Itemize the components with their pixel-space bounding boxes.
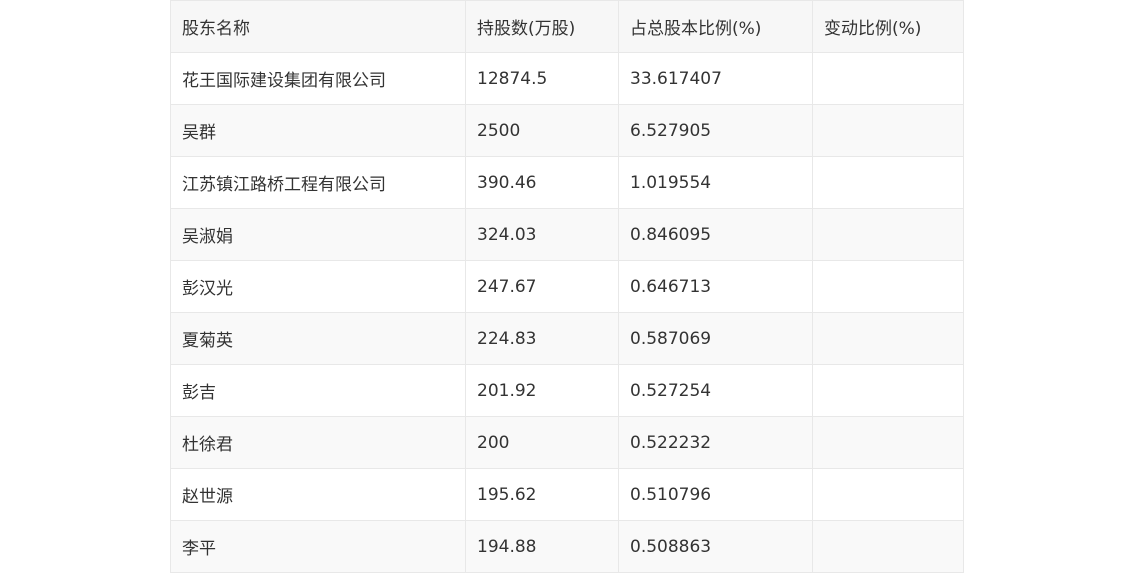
cell-share-ratio: 1.019554 bbox=[618, 156, 813, 209]
cell-change-ratio bbox=[812, 416, 964, 469]
cell-shares-held: 195.62 bbox=[465, 468, 619, 521]
shareholders-table-container: 股东名称 持股数(万股) 占总股本比例(%) 变动比例(%) 花王国际建设集团有… bbox=[170, 0, 964, 573]
cell-change-ratio bbox=[812, 104, 964, 157]
cell-share-ratio: 33.617407 bbox=[618, 52, 813, 105]
shareholders-table: 股东名称 持股数(万股) 占总股本比例(%) 变动比例(%) 花王国际建设集团有… bbox=[170, 0, 964, 573]
cell-share-ratio: 0.522232 bbox=[618, 416, 813, 469]
cell-shares-held: 12874.5 bbox=[465, 52, 619, 105]
cell-shareholder-name: 杜徐君 bbox=[170, 416, 466, 469]
cell-change-ratio bbox=[812, 52, 964, 105]
cell-shareholder-name: 李平 bbox=[170, 520, 466, 573]
cell-change-ratio bbox=[812, 364, 964, 417]
cell-shareholder-name: 彭汉光 bbox=[170, 260, 466, 313]
table-row: 彭吉 201.92 0.527254 bbox=[170, 364, 964, 417]
table-header-row: 股东名称 持股数(万股) 占总股本比例(%) 变动比例(%) bbox=[170, 0, 964, 53]
cell-share-ratio: 0.846095 bbox=[618, 208, 813, 261]
cell-change-ratio bbox=[812, 468, 964, 521]
table-row: 赵世源 195.62 0.510796 bbox=[170, 468, 964, 521]
table-row: 李平 194.88 0.508863 bbox=[170, 520, 964, 573]
cell-change-ratio bbox=[812, 312, 964, 365]
header-shares-held: 持股数(万股) bbox=[465, 0, 619, 53]
cell-change-ratio bbox=[812, 260, 964, 313]
table-row: 花王国际建设集团有限公司 12874.5 33.617407 bbox=[170, 52, 964, 105]
cell-shareholder-name: 彭吉 bbox=[170, 364, 466, 417]
table-row: 吴群 2500 6.527905 bbox=[170, 104, 964, 157]
cell-share-ratio: 0.527254 bbox=[618, 364, 813, 417]
cell-shareholder-name: 赵世源 bbox=[170, 468, 466, 521]
header-shareholder-name: 股东名称 bbox=[170, 0, 466, 53]
cell-shareholder-name: 吴淑娟 bbox=[170, 208, 466, 261]
cell-share-ratio: 6.527905 bbox=[618, 104, 813, 157]
cell-shares-held: 200 bbox=[465, 416, 619, 469]
cell-shares-held: 390.46 bbox=[465, 156, 619, 209]
cell-share-ratio: 0.510796 bbox=[618, 468, 813, 521]
cell-shareholder-name: 江苏镇江路桥工程有限公司 bbox=[170, 156, 466, 209]
cell-change-ratio bbox=[812, 208, 964, 261]
cell-shares-held: 224.83 bbox=[465, 312, 619, 365]
cell-share-ratio: 0.587069 bbox=[618, 312, 813, 365]
table-row: 杜徐君 200 0.522232 bbox=[170, 416, 964, 469]
table-row: 彭汉光 247.67 0.646713 bbox=[170, 260, 964, 313]
table-row: 吴淑娟 324.03 0.846095 bbox=[170, 208, 964, 261]
cell-share-ratio: 0.508863 bbox=[618, 520, 813, 573]
cell-shares-held: 201.92 bbox=[465, 364, 619, 417]
table-row: 夏菊英 224.83 0.587069 bbox=[170, 312, 964, 365]
cell-change-ratio bbox=[812, 156, 964, 209]
header-change-ratio: 变动比例(%) bbox=[812, 0, 964, 53]
cell-shares-held: 324.03 bbox=[465, 208, 619, 261]
cell-shares-held: 2500 bbox=[465, 104, 619, 157]
cell-change-ratio bbox=[812, 520, 964, 573]
header-share-ratio: 占总股本比例(%) bbox=[618, 0, 813, 53]
cell-shares-held: 194.88 bbox=[465, 520, 619, 573]
cell-shareholder-name: 花王国际建设集团有限公司 bbox=[170, 52, 466, 105]
cell-shareholder-name: 夏菊英 bbox=[170, 312, 466, 365]
table-row: 江苏镇江路桥工程有限公司 390.46 1.019554 bbox=[170, 156, 964, 209]
cell-shareholder-name: 吴群 bbox=[170, 104, 466, 157]
cell-share-ratio: 0.646713 bbox=[618, 260, 813, 313]
cell-shares-held: 247.67 bbox=[465, 260, 619, 313]
